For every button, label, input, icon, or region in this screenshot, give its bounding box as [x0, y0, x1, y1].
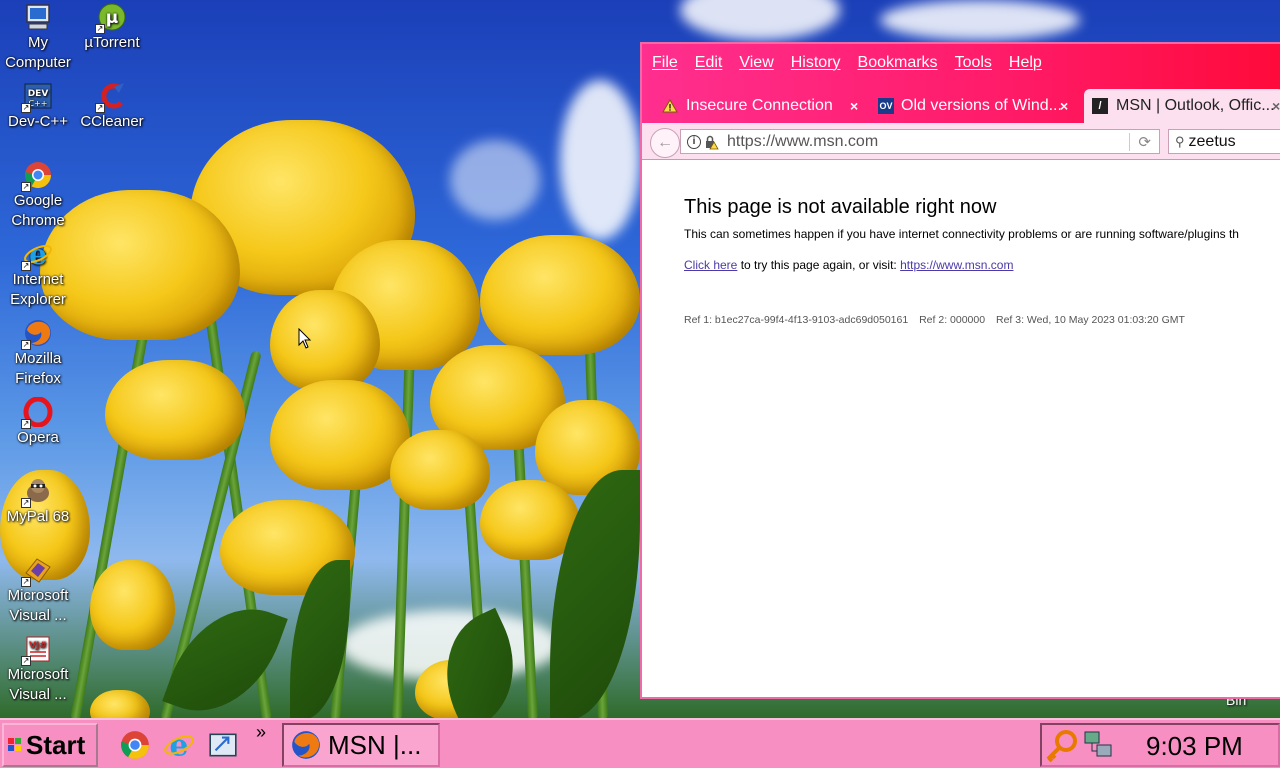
- tab-insecure-connection[interactable]: Insecure Connection ×: [662, 89, 867, 123]
- retry-line: Click here to try this page again, or vi…: [684, 258, 1280, 272]
- msn-link[interactable]: https://www.msn.com: [900, 258, 1013, 272]
- tab-strip: Insecure Connection × OV Old versions of…: [642, 81, 1280, 123]
- desktop-icon-label: Microsoft Visual ...: [7, 666, 69, 703]
- svg-text:DEV: DEV: [28, 89, 49, 99]
- show-desktop-icon: [209, 733, 237, 757]
- retry-text: to try this page again, or visit:: [737, 258, 901, 272]
- mouse-cursor-icon: [298, 328, 312, 349]
- back-button[interactable]: ←: [650, 128, 680, 158]
- page-description: This can sometimes happen if you have in…: [684, 227, 1239, 241]
- menu-edit[interactable]: Edit: [695, 54, 723, 72]
- insecure-lock-icon[interactable]: [703, 134, 719, 150]
- taskbar-firefox-msn[interactable]: MSN |...: [282, 723, 440, 767]
- desktop-icon-firefox[interactable]: ↗ Mozilla Firefox: [0, 318, 76, 389]
- menu-bar: File Edit View History Bookmarks Tools H…: [642, 44, 1280, 81]
- menu-help[interactable]: Help: [1009, 54, 1042, 72]
- desktop-icon-label: Microsoft Visual ...: [7, 587, 69, 624]
- desktop-icon-ie[interactable]: e ↗ Internet Explorer: [0, 239, 76, 310]
- url-divider: [1129, 132, 1131, 151]
- close-tab-icon[interactable]: ×: [1272, 98, 1280, 114]
- close-tab-icon[interactable]: ×: [850, 98, 858, 114]
- info-icon[interactable]: i: [687, 134, 701, 149]
- ref-3: Ref 3: Wed, 10 May 2023 01:03:20 GMT: [995, 314, 1185, 326]
- key-tray-icon[interactable]: [1044, 728, 1080, 764]
- firefox-window: File Edit View History Bookmarks Tools H…: [640, 42, 1280, 699]
- chrome-icon: [121, 731, 149, 759]
- url-text[interactable]: https://www.msn.com: [727, 133, 1129, 151]
- computer-icon: [26, 4, 50, 30]
- menu-bookmarks[interactable]: Bookmarks: [858, 54, 938, 72]
- svg-text:VJ#: VJ#: [29, 641, 47, 651]
- reference-line: Ref 1: b1ec27ca-99f4-4f13-9103-adc69d050…: [684, 314, 1280, 326]
- desktop-icon-devcpp[interactable]: DEV C++ ↗ Dev-C++: [0, 81, 76, 132]
- firefox-icon: [292, 731, 320, 759]
- back-arrow-icon: ←: [657, 134, 673, 151]
- quicklaunch-overflow[interactable]: »: [256, 722, 266, 743]
- close-tab-icon[interactable]: ×: [1060, 98, 1068, 114]
- page-content: This page is not available right now Thi…: [642, 160, 1280, 326]
- svg-text:C++: C++: [29, 99, 48, 108]
- desktop-icon-label: Opera: [17, 429, 59, 446]
- windows-logo-icon: [8, 738, 21, 751]
- taskbar: Start e » MSN |... 9:03 PM: [0, 718, 1280, 768]
- svg-text:e: e: [29, 239, 47, 269]
- navigation-toolbar: ← i https://www.msn.com ⟳ ⚲ zeetus: [642, 123, 1280, 160]
- clock[interactable]: 9:03 PM: [1146, 731, 1243, 762]
- desktop-icon-opera[interactable]: ↗ Opera: [0, 397, 76, 448]
- desktop-icon-label: CCleaner: [80, 113, 144, 130]
- system-tray: 9:03 PM: [1040, 723, 1280, 767]
- task-label: MSN |...: [328, 729, 422, 760]
- menu-view[interactable]: View: [739, 54, 773, 72]
- reload-icon[interactable]: ⟳: [1138, 133, 1151, 151]
- msn-icon: /: [1092, 98, 1108, 114]
- quicklaunch-chrome[interactable]: [118, 728, 152, 762]
- desktop-icon-ccleaner[interactable]: ↗ CCleaner: [74, 81, 150, 132]
- ref-2: Ref 2: 000000: [919, 314, 986, 326]
- network-tray-icon[interactable]: [1082, 729, 1116, 763]
- desktop-icon-label: Google Chrome: [11, 192, 65, 229]
- menu-history[interactable]: History: [791, 54, 841, 72]
- tab-old-versions[interactable]: OV Old versions of Wind... ×: [878, 89, 1078, 123]
- start-label: Start: [26, 729, 86, 760]
- search-input[interactable]: zeetus: [1189, 133, 1236, 151]
- desktop-icon-mypal[interactable]: ↗ MyPal 68: [0, 476, 76, 527]
- svg-text:µ: µ: [106, 8, 119, 28]
- tab-label: MSN | Outlook, Offic...: [1116, 97, 1275, 114]
- address-bar[interactable]: i https://www.msn.com ⟳: [680, 129, 1160, 154]
- page-heading: This page is not available right now: [684, 196, 997, 218]
- desktop-icon-label: My Computer: [5, 34, 71, 71]
- desktop-icon-visual-jsharp[interactable]: VJ# ↗ Microsoft Visual ...: [0, 634, 76, 705]
- svg-text:e: e: [170, 729, 189, 761]
- warning-icon: [662, 99, 678, 113]
- desktop-icon-visual-studio[interactable]: ↗ Microsoft Visual ...: [0, 555, 76, 626]
- click-here-link[interactable]: Click here: [684, 258, 737, 272]
- quicklaunch-ie[interactable]: e: [162, 728, 196, 762]
- menu-tools[interactable]: Tools: [955, 54, 992, 72]
- desktop-icon-chrome[interactable]: ↗ Google Chrome: [0, 160, 76, 231]
- quicklaunch-show-desktop[interactable]: [206, 728, 240, 762]
- menu-file[interactable]: File: [652, 54, 678, 72]
- desktop-icon-utorrent[interactable]: µ ↗ µTorrent: [74, 2, 150, 53]
- desktop-icon-label: Dev-C++: [7, 113, 69, 130]
- oldversion-icon: OV: [878, 98, 894, 114]
- search-box[interactable]: ⚲ zeetus: [1168, 129, 1280, 154]
- desktop-icon-label: Internet Explorer: [10, 271, 66, 308]
- tab-label: Insecure Connection: [686, 97, 833, 114]
- desktop-icon-my-computer[interactable]: My Computer: [0, 2, 76, 73]
- tab-label: Old versions of Wind...: [901, 97, 1062, 114]
- ref-1: Ref 1: b1ec27ca-99f4-4f13-9103-adc69d050…: [684, 314, 909, 326]
- desktop-icon-label: µTorrent: [84, 34, 140, 51]
- desktop-icon-label: MyPal 68: [6, 508, 70, 525]
- desktop-icon-label: Mozilla Firefox: [14, 350, 62, 387]
- start-button[interactable]: Start: [2, 723, 98, 767]
- ie-icon: e: [164, 729, 194, 761]
- search-icon: ⚲: [1175, 133, 1185, 149]
- tab-msn[interactable]: / MSN | Outlook, Offic... ×: [1084, 89, 1280, 123]
